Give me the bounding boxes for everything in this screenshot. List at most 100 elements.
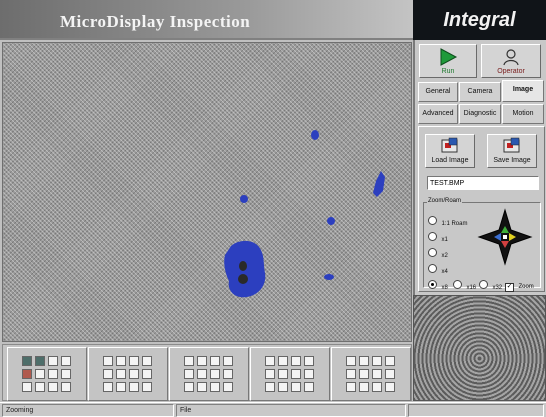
- radio-x1[interactable]: [428, 232, 437, 241]
- grid-cell[interactable]: [103, 356, 113, 366]
- grid-cell[interactable]: [184, 356, 194, 366]
- zoom-option-x8[interactable]: x8: [428, 276, 448, 294]
- grid-cell[interactable]: [223, 356, 233, 366]
- load-image-label: Load Image: [431, 157, 469, 164]
- grid-cell[interactable]: [116, 369, 126, 379]
- grid-cell[interactable]: [129, 382, 139, 392]
- tab-image[interactable]: Image: [502, 80, 544, 102]
- grid-cell[interactable]: [61, 369, 71, 379]
- grid-cell[interactable]: [385, 382, 395, 392]
- grid-cell[interactable]: [304, 382, 314, 392]
- grid-group: [7, 347, 87, 401]
- grid-cell[interactable]: [210, 382, 220, 392]
- grid-cell[interactable]: [48, 356, 58, 366]
- grid-cell[interactable]: [372, 369, 382, 379]
- zoom-check-icon[interactable]: ✓: [505, 283, 514, 292]
- grid-cell[interactable]: [278, 382, 288, 392]
- grid-cell[interactable]: [304, 356, 314, 366]
- radio-1to1[interactable]: [428, 216, 437, 225]
- grid-cell[interactable]: [346, 382, 356, 392]
- defect-spot-1: [311, 130, 319, 140]
- grid-cell[interactable]: [61, 382, 71, 392]
- status-empty: [408, 404, 544, 417]
- defect-spot-3: [327, 217, 335, 225]
- grid-cell[interactable]: [291, 356, 301, 366]
- grid-cell[interactable]: [291, 369, 301, 379]
- radio-x8[interactable]: [428, 280, 437, 289]
- zoom-roam-label: Zoom/Roam: [427, 198, 463, 204]
- radio-x16[interactable]: [453, 280, 462, 289]
- grid-cell[interactable]: [103, 369, 113, 379]
- radio-x32[interactable]: [479, 280, 488, 289]
- tab-motion[interactable]: Motion: [502, 104, 544, 124]
- status-bar: Zooming File: [0, 402, 546, 417]
- run-button[interactable]: Run: [419, 44, 477, 78]
- defect-spot-4: [324, 274, 334, 280]
- grid-cell[interactable]: [48, 382, 58, 392]
- save-image-button[interactable]: Save Image: [487, 134, 537, 168]
- grid-cell[interactable]: [385, 356, 395, 366]
- grid-cell[interactable]: [359, 382, 369, 392]
- save-image-icon: [503, 137, 520, 153]
- filename-field[interactable]: TEST.BMP: [427, 176, 539, 190]
- grid-cell[interactable]: [304, 369, 314, 379]
- image-viewport[interactable]: [2, 42, 412, 342]
- grid-cell[interactable]: [359, 369, 369, 379]
- grid-cell[interactable]: [372, 356, 382, 366]
- tab-general[interactable]: General: [418, 82, 458, 102]
- grid-cell[interactable]: [35, 356, 45, 366]
- grid-cell[interactable]: [35, 369, 45, 379]
- grid-cell[interactable]: [265, 356, 275, 366]
- grid-cell[interactable]: [35, 382, 45, 392]
- grid-group: [169, 347, 249, 401]
- tab-advanced[interactable]: Advanced: [418, 104, 458, 124]
- grid-cell[interactable]: [129, 356, 139, 366]
- defect-hole-2: [238, 274, 248, 284]
- grid-cell[interactable]: [142, 382, 152, 392]
- grid-cell[interactable]: [22, 369, 32, 379]
- grid-cell[interactable]: [385, 369, 395, 379]
- load-image-button[interactable]: Load Image: [425, 134, 475, 168]
- grid-group: [331, 347, 411, 401]
- grid-cell[interactable]: [197, 356, 207, 366]
- operator-button[interactable]: Operator: [481, 44, 541, 78]
- radio-x4[interactable]: [428, 264, 437, 273]
- grid-cell[interactable]: [184, 369, 194, 379]
- operator-icon: [503, 49, 519, 66]
- zoom-checkbox[interactable]: ✓ Zoom: [505, 275, 534, 293]
- roam-direction-pad[interactable]: [477, 208, 533, 266]
- zoom-option-x16[interactable]: x16: [453, 276, 476, 294]
- grid-cell[interactable]: [346, 369, 356, 379]
- grid-cell[interactable]: [197, 369, 207, 379]
- grid-group: [88, 347, 168, 401]
- image-thumbnail-preview: [413, 295, 546, 401]
- grid-cell[interactable]: [223, 369, 233, 379]
- grid-cell[interactable]: [265, 382, 275, 392]
- tab-camera[interactable]: Camera: [459, 82, 501, 102]
- tab-diagnostic[interactable]: Diagnostic: [459, 104, 501, 124]
- grid-cell[interactable]: [22, 356, 32, 366]
- grid-cell[interactable]: [372, 382, 382, 392]
- grid-cell[interactable]: [265, 369, 275, 379]
- grid-cell[interactable]: [184, 382, 194, 392]
- grid-cell[interactable]: [359, 356, 369, 366]
- grid-cell[interactable]: [210, 356, 220, 366]
- grid-cell[interactable]: [129, 369, 139, 379]
- grid-cell[interactable]: [103, 382, 113, 392]
- grid-cell[interactable]: [210, 369, 220, 379]
- grid-cell[interactable]: [223, 382, 233, 392]
- grid-cell[interactable]: [142, 356, 152, 366]
- grid-cell[interactable]: [116, 356, 126, 366]
- grid-cell[interactable]: [278, 356, 288, 366]
- grid-cell[interactable]: [61, 356, 71, 366]
- grid-cell[interactable]: [291, 382, 301, 392]
- radio-x2[interactable]: [428, 248, 437, 257]
- grid-cell[interactable]: [346, 356, 356, 366]
- grid-cell[interactable]: [197, 382, 207, 392]
- grid-cell[interactable]: [142, 369, 152, 379]
- grid-cell[interactable]: [22, 382, 32, 392]
- grid-cell[interactable]: [116, 382, 126, 392]
- zoom-option-x32[interactable]: x32: [479, 276, 502, 294]
- grid-cell[interactable]: [278, 369, 288, 379]
- grid-cell[interactable]: [48, 369, 58, 379]
